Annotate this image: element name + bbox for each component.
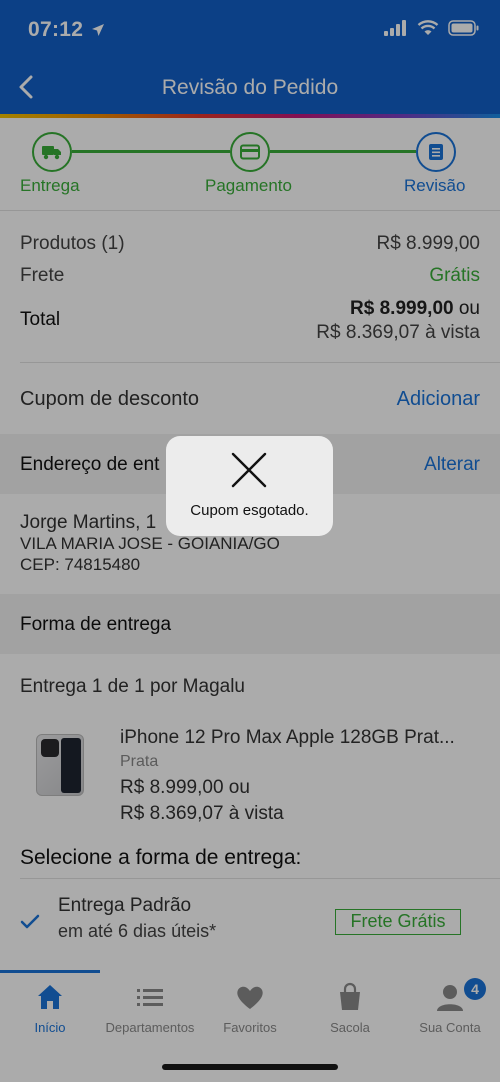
tab-account-label: Sua Conta — [419, 1020, 481, 1035]
tab-account[interactable]: 4 Sua Conta — [400, 970, 500, 1040]
tab-home-label: Início — [34, 1020, 66, 1035]
tab-favorites[interactable]: Favoritos — [200, 970, 300, 1040]
shopping-bag-icon — [340, 982, 360, 1010]
heart-icon — [237, 986, 263, 1009]
home-icon — [38, 985, 62, 1009]
account-notification-badge: 4 — [464, 978, 486, 1000]
user-icon — [437, 985, 463, 1011]
tab-departments[interactable]: Departamentos — [100, 970, 200, 1040]
tab-bag-label: Sacola — [330, 1020, 370, 1035]
error-toast: Cupom esgotado. — [166, 436, 333, 536]
tab-home[interactable]: Início — [0, 970, 100, 1040]
list-icon — [137, 989, 163, 1006]
modal-overlay[interactable] — [0, 0, 500, 1082]
tab-departments-label: Departamentos — [105, 1020, 195, 1035]
tab-favorites-label: Favoritos — [223, 1020, 277, 1035]
tab-bag[interactable]: Sacola — [300, 970, 400, 1040]
home-indicator — [162, 1064, 338, 1070]
close-x-icon — [231, 452, 267, 488]
toast-message: Cupom esgotado. — [190, 502, 309, 519]
